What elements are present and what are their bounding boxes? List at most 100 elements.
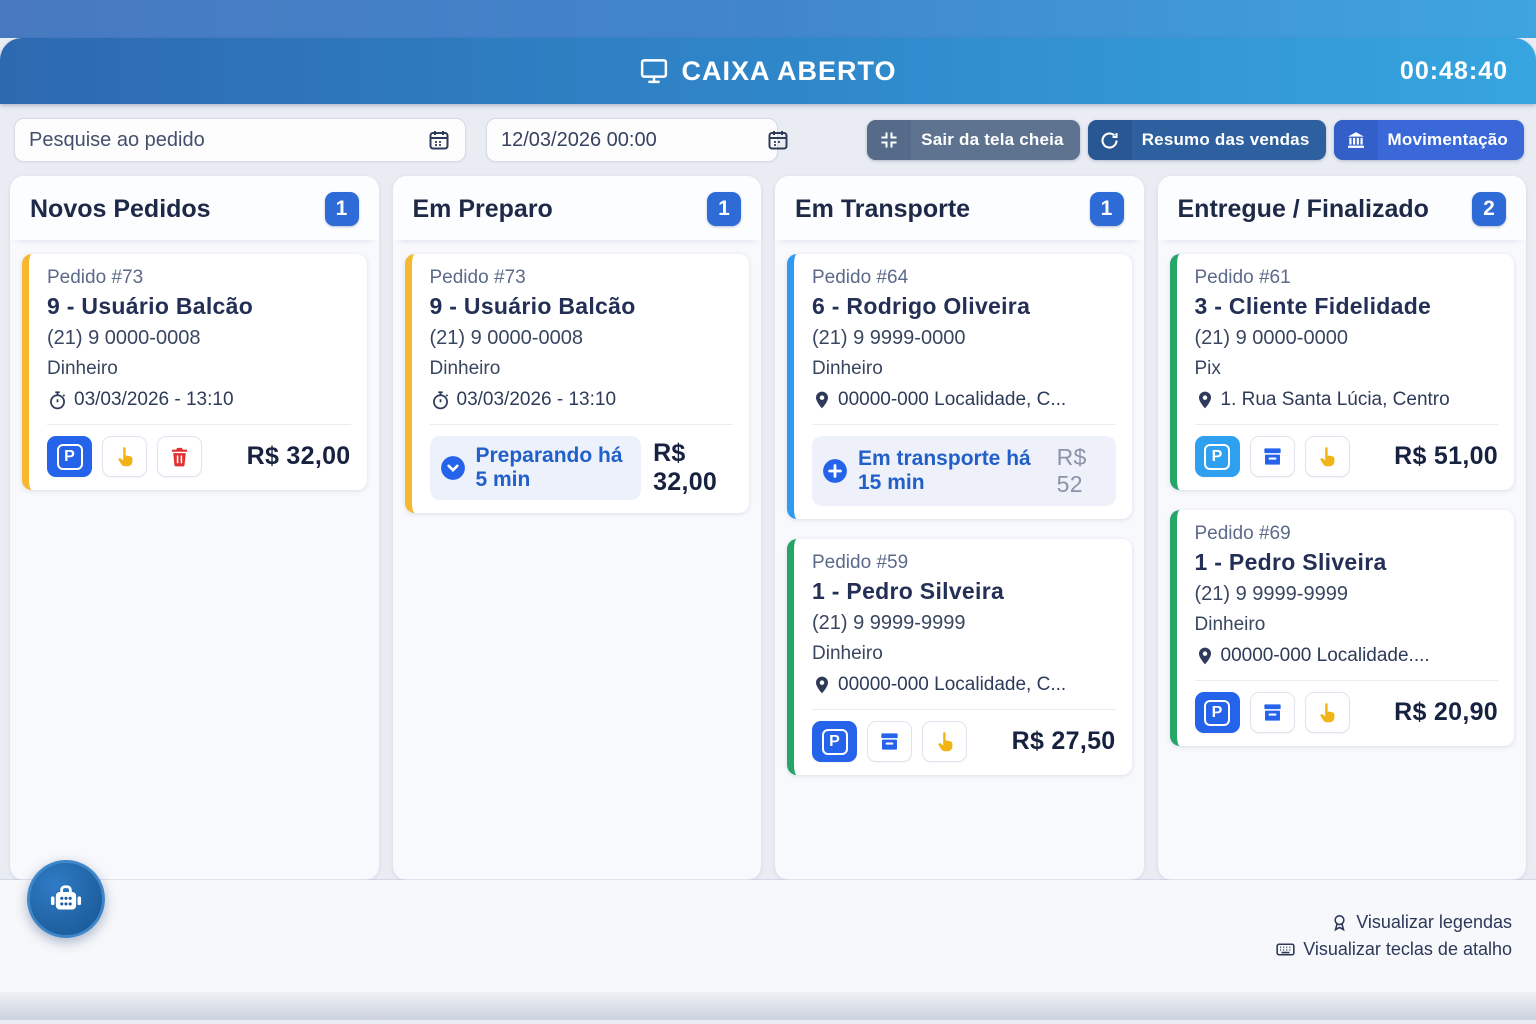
customer-phone: (21) 9 9999-9999 bbox=[812, 612, 1116, 635]
location-pin-icon bbox=[1195, 390, 1215, 410]
order-number: Pedido #73 bbox=[430, 267, 734, 289]
print-icon: P bbox=[822, 729, 848, 755]
column-title: Novos Pedidos bbox=[30, 195, 211, 224]
print-button[interactable]: P bbox=[812, 721, 857, 762]
order-datetime: 03/03/2026 - 13:10 bbox=[430, 389, 734, 425]
order-card[interactable]: Pedido #69 1 - Pedro Sliveira (21) 9 999… bbox=[1170, 510, 1515, 746]
order-datetime-text: 03/03/2026 - 13:10 bbox=[457, 389, 617, 411]
hand-pointer-button[interactable] bbox=[1305, 692, 1350, 733]
sales-summary-label: Resumo das vendas bbox=[1132, 130, 1326, 150]
order-price: R$ 52 bbox=[1057, 444, 1104, 498]
monitor-icon bbox=[639, 56, 669, 86]
robot-icon bbox=[45, 878, 87, 920]
delete-button[interactable] bbox=[157, 436, 202, 477]
kanban-board: Novos Pedidos 1 Pedido #73 9 - Usuário B… bbox=[0, 174, 1536, 880]
order-number: Pedido #69 bbox=[1195, 523, 1499, 545]
column-title: Em Transporte bbox=[795, 195, 970, 224]
search-input[interactable] bbox=[29, 129, 427, 152]
calendar-icon[interactable] bbox=[427, 128, 451, 152]
order-card[interactable]: Pedido #73 9 - Usuário Balcão (21) 9 000… bbox=[405, 254, 750, 513]
calendar-icon[interactable] bbox=[766, 128, 790, 152]
chevron-circle-icon bbox=[440, 455, 466, 481]
date-input[interactable] bbox=[501, 129, 766, 152]
card-actions: P bbox=[47, 436, 202, 477]
assistant-fab-button[interactable] bbox=[27, 860, 105, 938]
hand-pointer-icon bbox=[1315, 445, 1339, 469]
order-card[interactable]: Pedido #61 3 - Cliente Fidelidade (21) 9… bbox=[1170, 254, 1515, 490]
archive-button[interactable] bbox=[1250, 436, 1295, 477]
exit-fullscreen-label: Sair da tela cheia bbox=[911, 130, 1080, 150]
print-button[interactable]: P bbox=[1195, 436, 1240, 477]
movements-button[interactable]: Movimentação bbox=[1334, 120, 1525, 160]
card-footer: P bbox=[1195, 681, 1499, 733]
column-header: Novos Pedidos 1 bbox=[10, 176, 379, 240]
column-header: Entregue / Finalizado 2 bbox=[1158, 176, 1527, 240]
column-header: Em Preparo 1 bbox=[393, 176, 762, 240]
payment-method: Dinheiro bbox=[812, 643, 1116, 665]
card-footer: P bbox=[47, 425, 351, 477]
exit-fullscreen-button[interactable]: Sair da tela cheia bbox=[867, 120, 1080, 160]
toolbar: Sair da tela cheia Resumo das vendas bbox=[0, 104, 1536, 174]
hand-pointer-icon bbox=[1315, 701, 1339, 725]
column-body: Pedido #73 9 - Usuário Balcão (21) 9 000… bbox=[10, 240, 379, 504]
status-text: Em transporte há 15 min bbox=[858, 447, 1041, 495]
customer-phone: (21) 9 9999-0000 bbox=[812, 327, 1116, 350]
order-search-field[interactable] bbox=[14, 118, 466, 162]
order-number: Pedido #61 bbox=[1195, 267, 1499, 289]
bottom-strip bbox=[0, 992, 1536, 1020]
print-icon: P bbox=[1204, 444, 1230, 470]
keyboard-icon bbox=[1275, 939, 1296, 960]
customer-name: 9 - Usuário Balcão bbox=[430, 293, 734, 320]
toolbar-buttons: Sair da tela cheia Resumo das vendas bbox=[867, 120, 1524, 160]
print-button[interactable]: P bbox=[47, 436, 92, 477]
hand-pointer-icon bbox=[933, 730, 957, 754]
customer-name: 1 - Pedro Silveira bbox=[812, 578, 1116, 605]
delivery-address-text: 00000-000 Localidade, C... bbox=[838, 674, 1066, 696]
refresh-icon bbox=[1088, 120, 1132, 160]
order-number: Pedido #64 bbox=[812, 267, 1116, 289]
customer-phone: (21) 9 0000-0008 bbox=[47, 327, 351, 350]
column-count-badge: 1 bbox=[707, 192, 741, 226]
column-entregue-finalizado: Entregue / Finalizado 2 Pedido #61 3 - C… bbox=[1158, 176, 1527, 880]
card-actions: P bbox=[1195, 692, 1350, 733]
column-title: Entregue / Finalizado bbox=[1178, 195, 1429, 224]
delivery-address: 00000-000 Localidade, C... bbox=[812, 674, 1116, 710]
order-card[interactable]: Pedido #59 1 - Pedro Silveira (21) 9 999… bbox=[787, 539, 1132, 775]
archive-button[interactable] bbox=[1250, 692, 1295, 733]
order-card[interactable]: Pedido #64 6 - Rodrigo Oliveira (21) 9 9… bbox=[787, 254, 1132, 519]
archive-icon bbox=[878, 730, 901, 753]
view-shortcuts-link[interactable]: Visualizar teclas de atalho bbox=[1275, 939, 1512, 960]
delivery-address: 1. Rua Santa Lúcia, Centro bbox=[1195, 389, 1499, 425]
column-novos-pedidos: Novos Pedidos 1 Pedido #73 9 - Usuário B… bbox=[10, 176, 379, 880]
location-pin-icon bbox=[1195, 646, 1215, 666]
column-em-preparo: Em Preparo 1 Pedido #73 9 - Usuário Balc… bbox=[393, 176, 762, 880]
order-datetime-text: 03/03/2026 - 13:10 bbox=[74, 389, 234, 411]
payment-method: Pix bbox=[1195, 358, 1499, 380]
customer-phone: (21) 9 9999-9999 bbox=[1195, 583, 1499, 606]
card-footer: Preparando há 5 min R$ 32,00 bbox=[430, 425, 734, 500]
hand-pointer-icon bbox=[113, 445, 137, 469]
customer-name: 3 - Cliente Fidelidade bbox=[1195, 293, 1499, 320]
order-price: R$ 27,50 bbox=[1012, 727, 1116, 756]
print-icon: P bbox=[57, 444, 83, 470]
archive-button[interactable] bbox=[867, 721, 912, 762]
archive-icon bbox=[1261, 445, 1284, 468]
hand-pointer-button[interactable] bbox=[1305, 436, 1350, 477]
print-icon: P bbox=[1204, 700, 1230, 726]
payment-method: Dinheiro bbox=[812, 358, 1116, 380]
order-card[interactable]: Pedido #73 9 - Usuário Balcão (21) 9 000… bbox=[22, 254, 367, 490]
order-number: Pedido #59 bbox=[812, 552, 1116, 574]
session-timer: 00:48:40 bbox=[1400, 57, 1508, 86]
hand-pointer-button[interactable] bbox=[102, 436, 147, 477]
payment-method: Dinheiro bbox=[47, 358, 351, 380]
archive-icon bbox=[1261, 701, 1284, 724]
sales-summary-button[interactable]: Resumo das vendas bbox=[1088, 120, 1326, 160]
order-price: R$ 20,90 bbox=[1394, 698, 1498, 727]
page-title-text: CAIXA ABERTO bbox=[681, 56, 896, 87]
view-shortcuts-label: Visualizar teclas de atalho bbox=[1303, 939, 1512, 960]
view-legends-link[interactable]: Visualizar legendas bbox=[1330, 912, 1512, 933]
print-button[interactable]: P bbox=[1195, 692, 1240, 733]
stopwatch-icon bbox=[430, 390, 451, 411]
date-filter-field[interactable] bbox=[486, 118, 778, 162]
hand-pointer-button[interactable] bbox=[922, 721, 967, 762]
